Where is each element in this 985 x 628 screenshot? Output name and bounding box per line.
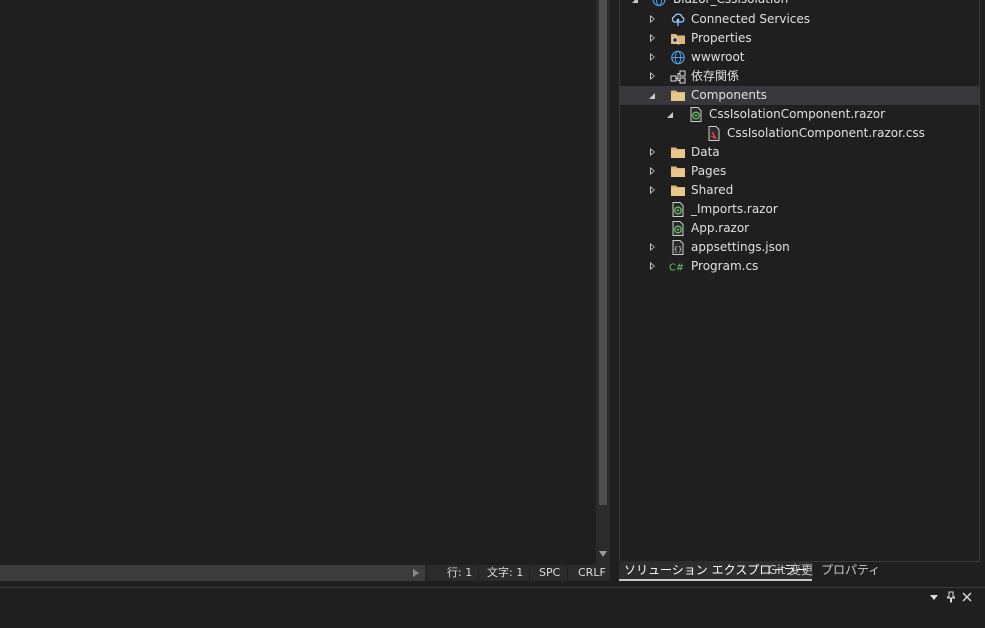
expanded-arrow-icon[interactable]	[649, 93, 655, 99]
expanded-arrow-icon[interactable]	[632, 0, 638, 3]
collapsed-arrow-icon[interactable]	[650, 72, 655, 80]
tree-item-label: appsettings.json	[691, 240, 790, 254]
dependencies-icon	[670, 70, 686, 84]
scrollbar-thumb[interactable]	[599, 0, 607, 505]
tree-item-label: Data	[691, 145, 720, 159]
connected-services-icon	[671, 13, 685, 26]
tree-item-wwwroot[interactable]: wwwroot	[620, 48, 979, 67]
tree-item-label: Connected Services	[691, 12, 811, 26]
csharp-file-icon: C#	[669, 263, 684, 274]
tree-item-label: Components	[691, 88, 767, 102]
tool-window-tabs: ソリューション エクスプローラー Git 変更 プロパティ	[619, 561, 985, 581]
collapsed-arrow-icon[interactable]	[650, 34, 655, 42]
status-separator	[529, 565, 530, 581]
tab-properties[interactable]: プロパティ	[821, 561, 880, 581]
scroll-right-icon[interactable]	[413, 569, 419, 577]
tree-item-label: wwwroot	[691, 50, 745, 64]
collapsed-arrow-icon[interactable]	[650, 53, 655, 61]
tree-item-dependencies[interactable]: 依存関係	[620, 67, 979, 86]
collapsed-arrow-icon[interactable]	[650, 243, 655, 251]
expanded-arrow-icon[interactable]	[667, 112, 673, 118]
tab-git-changes[interactable]: Git 変更	[768, 561, 813, 581]
collapsed-arrow-icon[interactable]	[650, 186, 655, 194]
status-separator	[478, 565, 479, 581]
collapsed-arrow-icon[interactable]	[650, 262, 655, 270]
editor-vertical-scrollbar[interactable]	[596, 0, 610, 565]
collapsed-arrow-icon[interactable]	[650, 148, 655, 156]
tree-item-data[interactable]: Data	[620, 143, 979, 162]
tree-item-label: Program.cs	[691, 259, 759, 273]
json-file-icon: {}	[672, 240, 684, 255]
line-ending-indicator[interactable]: CRLF	[578, 566, 606, 580]
tree-item-label: Properties	[691, 31, 752, 45]
pin-icon[interactable]	[944, 591, 958, 605]
razor-file-icon	[672, 202, 684, 217]
tree-item-connected-services[interactable]: Connected Services	[620, 10, 979, 29]
tree-item-app-razor[interactable]: App.razor	[620, 219, 979, 238]
scroll-down-icon[interactable]	[599, 551, 607, 557]
project-label: Blazor_CssIsolation	[673, 0, 788, 9]
solution-explorer-tree: Blazor_CssIsolation Connected Services P…	[619, 0, 980, 562]
tree-item-appsettings[interactable]: {} appsettings.json	[620, 238, 979, 257]
bottom-panel	[0, 588, 985, 628]
folder-icon	[671, 90, 685, 101]
tree-item-label: Pages	[691, 164, 727, 178]
tree-item-label: App.razor	[691, 221, 750, 235]
folder-icon	[671, 185, 685, 196]
globe-icon	[671, 50, 685, 65]
code-editor[interactable]	[0, 0, 596, 565]
panel-splitter[interactable]	[610, 0, 619, 585]
razor-file-icon	[690, 107, 702, 122]
tree-item-pages[interactable]: Pages	[620, 162, 979, 181]
editor-status-bar: 行: 1 文字: 1 SPC CRLF	[0, 565, 610, 581]
collapsed-arrow-icon[interactable]	[650, 15, 655, 23]
char-indicator[interactable]: 文字: 1	[487, 566, 523, 580]
tree-item-project[interactable]: Blazor_CssIsolation	[620, 0, 979, 9]
svg-text:C#: C#	[669, 263, 684, 274]
tree-item-razor-component[interactable]: CssIsolationComponent.razor	[620, 105, 979, 124]
tree-item-label: CssIsolationComponent.razor	[709, 107, 886, 121]
tree-item-properties[interactable]: Properties	[620, 29, 979, 48]
folder-icon	[671, 147, 685, 158]
css-file-icon	[708, 126, 720, 141]
tree-item-label: Shared	[691, 183, 734, 197]
tree-item-imports-razor[interactable]: _Imports.razor	[620, 200, 979, 219]
tree-item-components[interactable]: Components	[620, 86, 979, 105]
tree-item-razor-css[interactable]: CssIsolationComponent.razor.css	[620, 124, 979, 143]
whitespace-indicator[interactable]: SPC	[539, 566, 560, 580]
close-icon[interactable]	[960, 591, 974, 605]
collapsed-arrow-icon[interactable]	[650, 167, 655, 175]
line-indicator[interactable]: 行: 1	[447, 566, 472, 580]
status-separator	[426, 565, 427, 581]
properties-icon	[671, 34, 685, 45]
svg-text:{}: {}	[674, 246, 682, 254]
folder-icon	[671, 166, 685, 177]
tree-item-label: CssIsolationComponent.razor.css	[727, 126, 925, 140]
status-separator	[567, 565, 568, 581]
razor-file-icon	[672, 221, 684, 236]
editor-horizontal-scrollbar[interactable]	[0, 565, 425, 581]
tree-item-label: _Imports.razor	[691, 202, 778, 216]
tree-item-shared[interactable]: Shared	[620, 181, 979, 200]
tree-item-program-cs[interactable]: C# Program.cs	[620, 257, 979, 276]
web-project-icon	[652, 0, 666, 7]
tree-item-label: 依存関係	[691, 69, 740, 83]
dropdown-icon[interactable]	[927, 591, 941, 605]
